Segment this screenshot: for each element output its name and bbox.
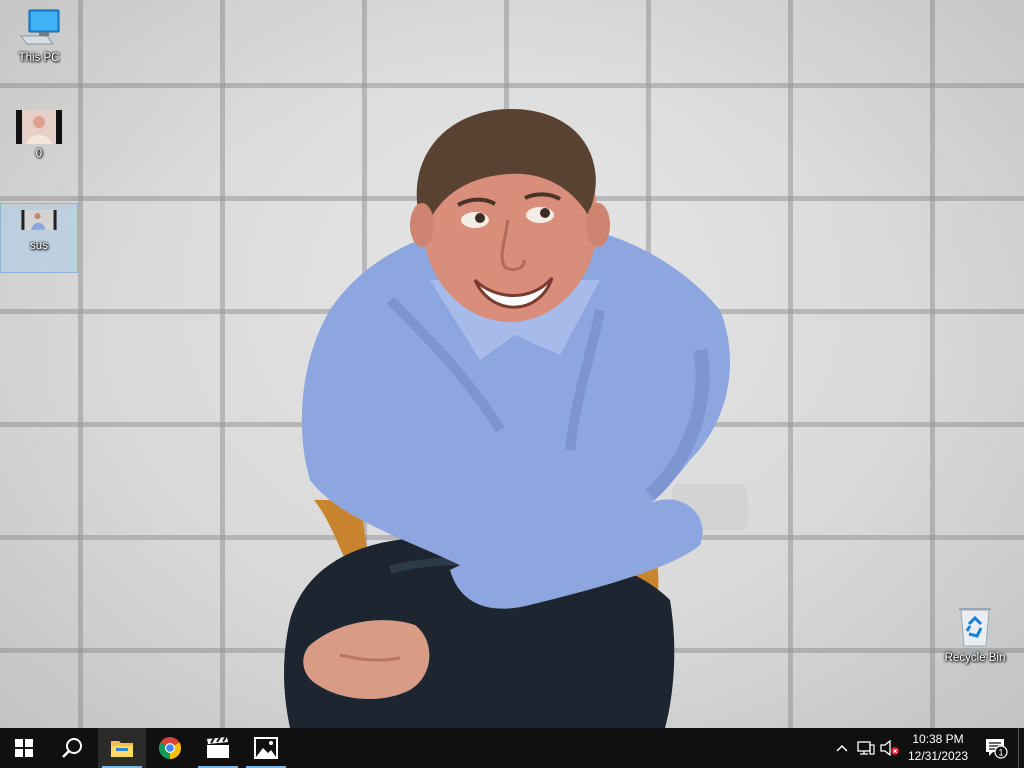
clock-time: 10:38 PM [912, 732, 964, 746]
computer-icon [20, 9, 60, 45]
clapperboard-icon [207, 737, 229, 758]
system-tray: 10:38 PM 12/31/2023 1 [830, 728, 1024, 768]
notification-count-badge: 1 [998, 748, 1003, 758]
image-thumbnail [16, 110, 62, 144]
desktop-wallpaper [0, 0, 1024, 728]
clock-date: 12/31/2023 [907, 749, 969, 763]
image-thumbnail [21, 210, 57, 230]
photos-taskbar-button[interactable] [242, 728, 290, 768]
recycle-bin-icon [959, 608, 991, 647]
photos-icon [254, 737, 278, 759]
desktop-icon-label: This PC [18, 52, 60, 64]
wallpaper-person-image [284, 108, 730, 728]
movies-tv-taskbar-button[interactable] [194, 728, 242, 768]
chrome-icon [159, 737, 181, 759]
network-icon [857, 741, 875, 755]
taskbar: 10:38 PM 12/31/2023 1 [0, 728, 1024, 768]
network-button[interactable] [854, 728, 878, 768]
start-button[interactable] [0, 728, 48, 768]
show-hidden-icons-button[interactable] [830, 728, 854, 768]
search-button[interactable] [48, 728, 96, 768]
desktop-icon-label: Recycle Bin [944, 652, 1006, 664]
desktop-icon-recycle-bin[interactable]: Recycle Bin [937, 598, 1013, 672]
chevron-up-icon [836, 744, 848, 752]
notification-icon: 1 [986, 739, 1008, 759]
volume-button[interactable] [878, 728, 902, 768]
desktop-icon-0[interactable]: 0 [1, 104, 77, 180]
show-desktop-button[interactable] [1018, 728, 1024, 768]
search-icon [62, 738, 82, 758]
desktop-icon-sus[interactable]: sus [0, 203, 78, 273]
action-center-button[interactable]: 1 [974, 728, 1018, 768]
volume-muted-icon [880, 740, 899, 756]
desktop-icon-this-pc[interactable]: This PC [1, 2, 77, 78]
desktop-icon-label: sus [30, 240, 48, 252]
chrome-taskbar-button[interactable] [146, 728, 194, 768]
folder-icon [111, 741, 133, 757]
taskbar-clock[interactable]: 10:38 PM 12/31/2023 [902, 731, 974, 765]
windows-logo-icon [15, 739, 33, 757]
desktop-icon-label: 0 [35, 148, 43, 160]
file-explorer-taskbar-button[interactable] [98, 728, 146, 768]
